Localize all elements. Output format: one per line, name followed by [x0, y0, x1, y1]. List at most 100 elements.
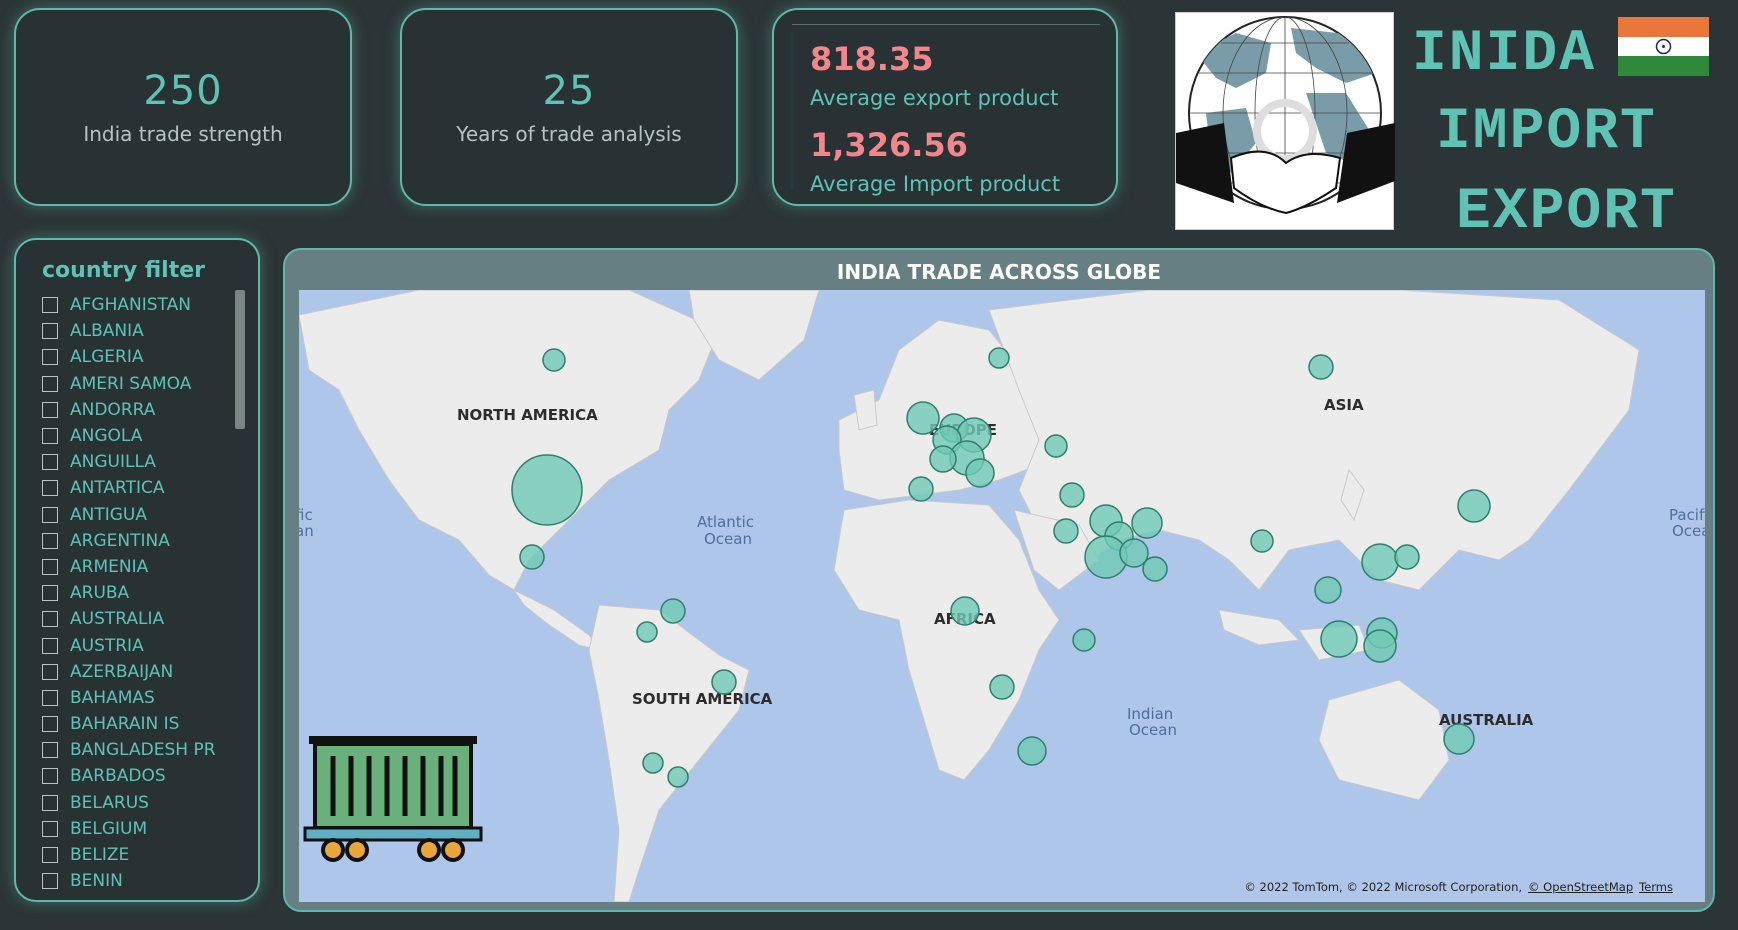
country-filter-item[interactable]: BANGLADESH PR: [42, 737, 216, 763]
country-filter-item[interactable]: AZERBAIJAN: [42, 659, 216, 685]
checkbox[interactable]: [42, 428, 58, 445]
country-filter-item[interactable]: ANGUILLA: [42, 449, 216, 475]
ocean-label: Atlantic: [697, 513, 754, 531]
country-bubble[interactable]: [1394, 544, 1420, 570]
country-bubble[interactable]: [908, 476, 934, 502]
country-bubble[interactable]: [1457, 489, 1491, 523]
country-label: AUSTRIA: [70, 635, 144, 656]
country-filter-item[interactable]: ANTARTICA: [42, 475, 216, 501]
country-label: ARUBA: [70, 583, 130, 604]
country-filter-item[interactable]: ARGENTINA: [42, 528, 216, 554]
country-bubble[interactable]: [965, 458, 995, 488]
country-filter-item[interactable]: ARMENIA: [42, 554, 216, 580]
country-filter-item[interactable]: ANTIGUA: [42, 502, 216, 528]
country-bubble[interactable]: [667, 766, 689, 788]
title-line-3: EXPORT: [1456, 180, 1677, 245]
checkbox[interactable]: [42, 454, 58, 471]
map-title: INDIA TRADE ACROSS GLOBE: [836, 260, 1162, 284]
checkbox[interactable]: [42, 794, 58, 811]
country-label: ANTARTICA: [70, 478, 165, 499]
landmass-south-america: [588, 604, 750, 902]
country-filter-item[interactable]: ALBANIA: [42, 318, 216, 344]
country-bubble[interactable]: [988, 347, 1010, 369]
checkbox[interactable]: [42, 349, 58, 366]
world-map[interactable]: NORTH AMERICA EUROPE ASIA AFRICA SOUTH A…: [299, 290, 1705, 902]
checkbox[interactable]: [42, 480, 58, 497]
country-label: ARMENIA: [70, 556, 149, 577]
country-bubble[interactable]: [636, 621, 658, 643]
country-bubble[interactable]: [511, 454, 583, 526]
checkbox[interactable]: [42, 637, 58, 654]
country-label: BAHAMAS: [70, 687, 155, 708]
checkbox[interactable]: [42, 820, 58, 837]
country-bubble[interactable]: [1053, 518, 1079, 544]
checkbox[interactable]: [42, 611, 58, 628]
country-bubble[interactable]: [642, 752, 664, 774]
country-bubble[interactable]: [1363, 629, 1397, 663]
country-bubble[interactable]: [1142, 556, 1168, 582]
country-filter-item[interactable]: ALGERIA: [42, 344, 216, 370]
country-filter-item[interactable]: AUSTRALIA: [42, 606, 216, 632]
checkbox[interactable]: [42, 847, 58, 864]
country-bubble[interactable]: [950, 596, 980, 626]
checkbox[interactable]: [42, 663, 58, 680]
country-filter-item[interactable]: ARUBA: [42, 580, 216, 606]
checkbox[interactable]: [42, 506, 58, 523]
country-bubble[interactable]: [1250, 529, 1274, 553]
country-bubble[interactable]: [1072, 628, 1096, 652]
country-filter-item[interactable]: BELARUS: [42, 790, 216, 816]
filter-title: country filter: [42, 258, 205, 283]
country-bubble[interactable]: [929, 445, 957, 473]
country-bubble[interactable]: [1320, 620, 1358, 658]
country-bubble[interactable]: [1044, 434, 1068, 458]
country-bubble[interactable]: [1119, 538, 1149, 568]
country-bubble[interactable]: [1361, 543, 1399, 581]
checkbox[interactable]: [42, 873, 58, 890]
checkbox[interactable]: [42, 532, 58, 549]
country-filter-item[interactable]: BENIN: [42, 868, 216, 894]
attribution-text: © 2022 TomTom, © 2022 Microsoft Corporat…: [1244, 880, 1523, 894]
checkbox[interactable]: [42, 585, 58, 602]
country-bubble[interactable]: [906, 401, 940, 435]
country-filter-item[interactable]: BELGIUM: [42, 816, 216, 842]
checkbox[interactable]: [42, 297, 58, 314]
country-filter-item[interactable]: BAHAMAS: [42, 685, 216, 711]
country-filter-item[interactable]: BELIZE: [42, 842, 216, 868]
country-label: BARBADOS: [70, 766, 166, 787]
scrollbar-thumb[interactable]: [235, 290, 245, 429]
country-bubble[interactable]: [989, 674, 1015, 700]
country-bubble[interactable]: [519, 544, 545, 570]
country-bubble[interactable]: [1131, 507, 1163, 539]
country-filter-item[interactable]: AUSTRIA: [42, 632, 216, 658]
landmass-north-america: [299, 290, 720, 591]
checkbox[interactable]: [42, 401, 58, 418]
country-filter-item[interactable]: AFGHANISTAN: [42, 292, 216, 318]
country-filter-item[interactable]: BARBADOS: [42, 763, 216, 789]
country-bubble[interactable]: [1059, 482, 1085, 508]
country-bubble[interactable]: [1443, 723, 1475, 755]
checkbox[interactable]: [42, 716, 58, 733]
country-bubble[interactable]: [542, 348, 566, 372]
country-bubble[interactable]: [1017, 736, 1047, 766]
terms-link[interactable]: Terms: [1639, 880, 1673, 894]
openstreetmap-link[interactable]: © OpenStreetMap: [1528, 880, 1633, 894]
country-bubble[interactable]: [660, 598, 686, 624]
country-bubble[interactable]: [1314, 576, 1342, 604]
checkbox[interactable]: [42, 323, 58, 340]
country-filter-item[interactable]: AMERI SAMOA: [42, 371, 216, 397]
checkbox[interactable]: [42, 375, 58, 392]
divider: [792, 24, 1100, 25]
country-filter-item[interactable]: ANGOLA: [42, 423, 216, 449]
country-bubble[interactable]: [1308, 354, 1334, 380]
title-line-2: IMPORT: [1436, 100, 1657, 165]
country-filter-item[interactable]: ANDORRA: [42, 397, 216, 423]
continent-label: NORTH AMERICA: [457, 406, 598, 424]
checkbox[interactable]: [42, 689, 58, 706]
checkbox[interactable]: [42, 768, 58, 785]
country-bubble[interactable]: [711, 669, 737, 695]
export-average-label: Average export product: [810, 86, 1059, 110]
checkbox[interactable]: [42, 558, 58, 575]
country-filter-item[interactable]: BAHARAIN IS: [42, 711, 216, 737]
globe-handshake-logo: [1175, 12, 1395, 230]
checkbox[interactable]: [42, 742, 58, 759]
